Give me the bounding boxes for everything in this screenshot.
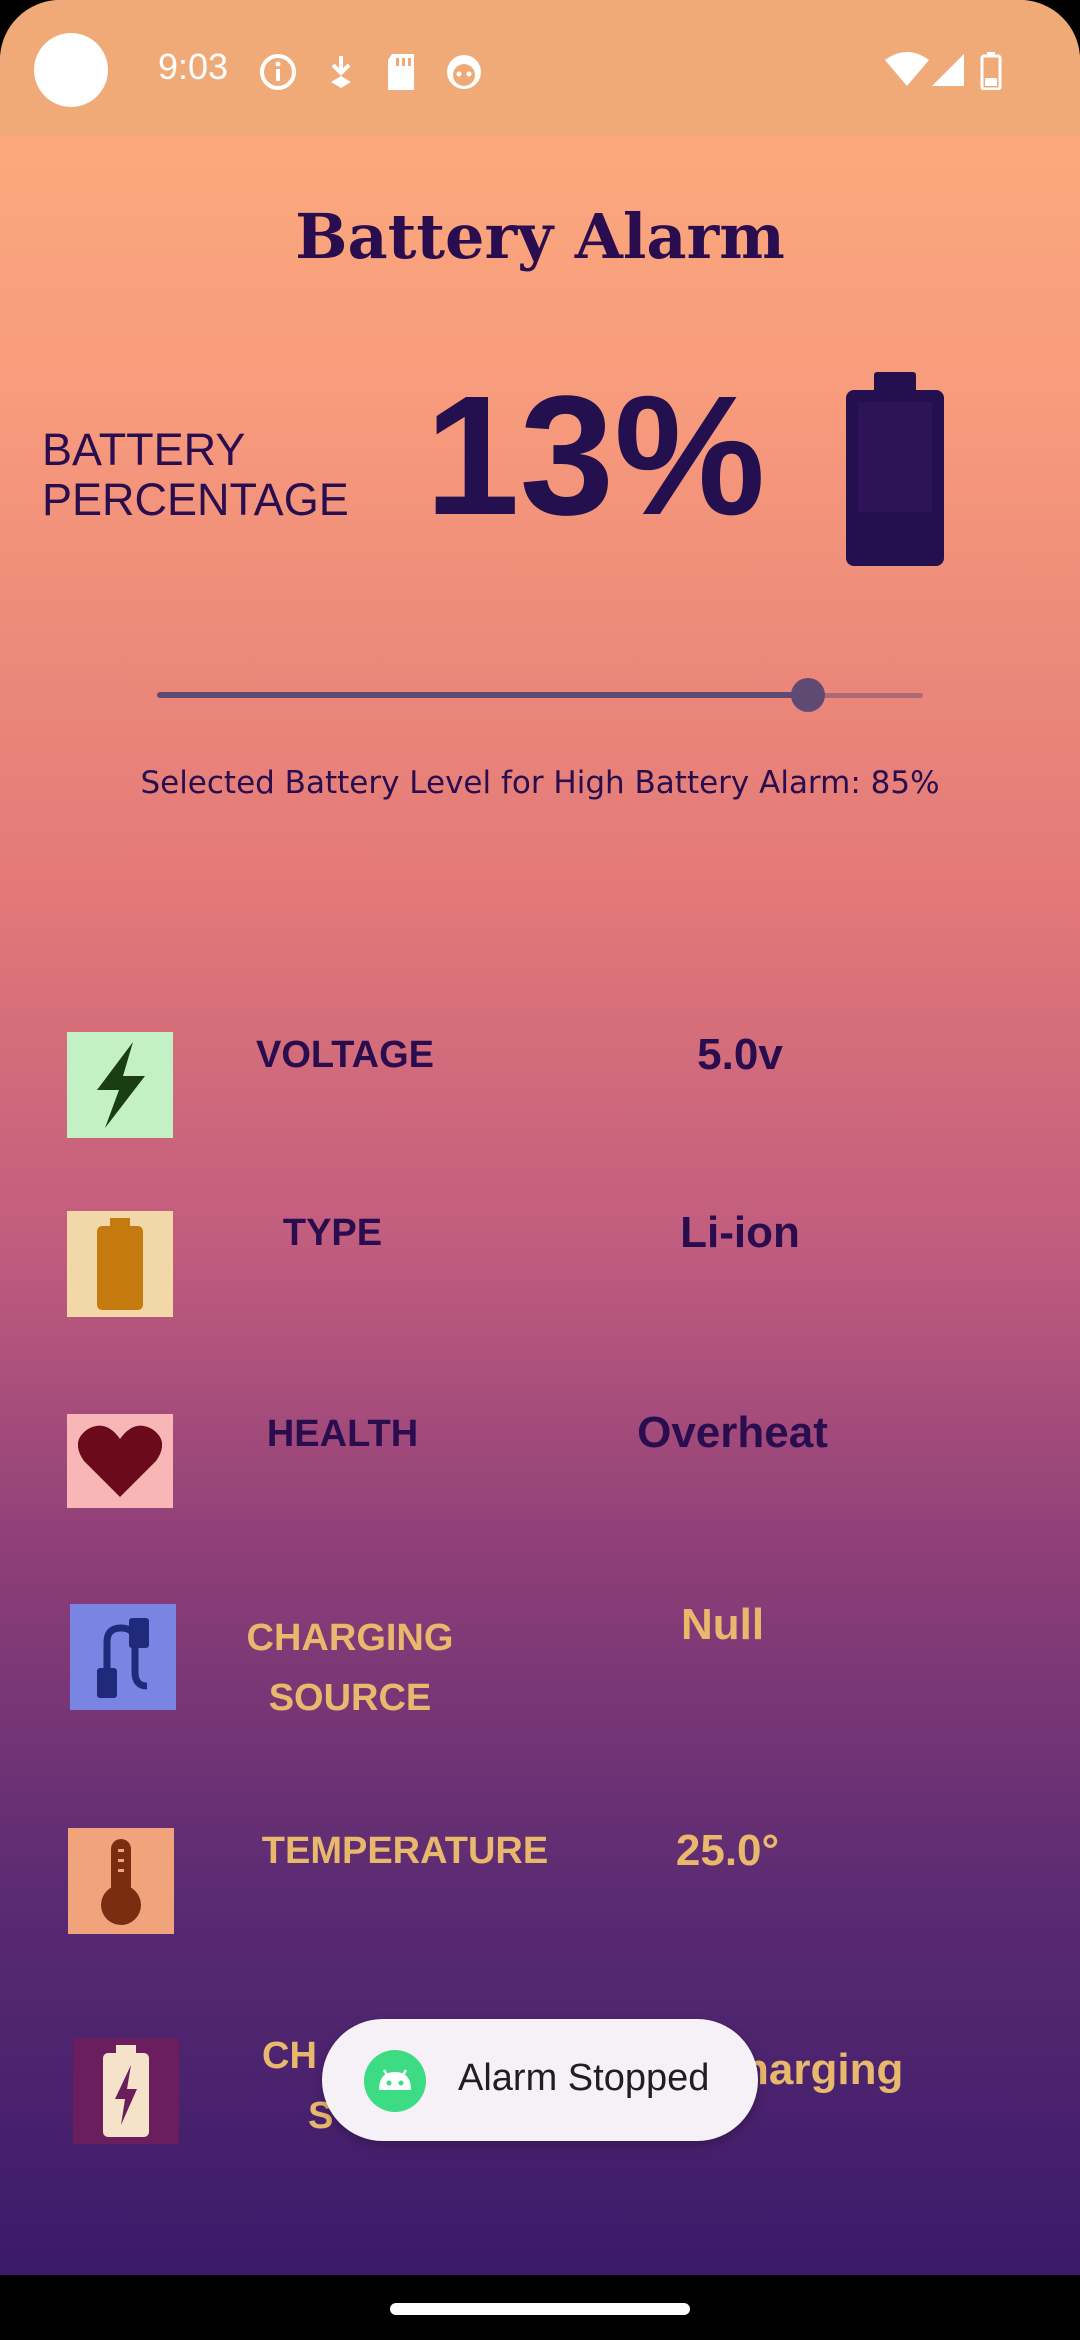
heart-icon [67, 1414, 173, 1508]
battery-level-icon [846, 372, 944, 570]
charging-source-label-line2: SOURCE [268, 1677, 432, 1719]
slider-thumb[interactable] [791, 678, 825, 712]
sd-card-icon [384, 52, 418, 96]
battery-icon [67, 1211, 173, 1317]
type-value: Li-ion [680, 1208, 800, 1257]
download-icon [325, 52, 357, 96]
camera-cutout [34, 33, 108, 107]
home-gesture-handle[interactable] [390, 2303, 690, 2315]
lightning-icon [67, 1032, 173, 1138]
battery-percentage-label: BATTERY PERCENTAGE [42, 425, 362, 525]
android-icon [364, 2050, 426, 2112]
voltage-label: VOLTAGE [255, 1034, 435, 1076]
temperature-label: TEMPERATURE [261, 1830, 549, 1872]
charging-source-label: CHARGING SOURCE [220, 1608, 480, 1728]
face-icon [444, 52, 484, 96]
page-title: Battery Alarm [295, 200, 785, 273]
battery-label-line1: BATTERY [42, 424, 246, 475]
charging-source-label-line1: CHARGING [246, 1617, 454, 1659]
cell-signal-icon [930, 52, 966, 92]
toast-text: Alarm Stopped [458, 2057, 710, 2099]
battery-label-line2: PERCENTAGE [42, 474, 349, 525]
status-battery-icon [980, 52, 1002, 94]
navigation-bar [0, 2275, 1080, 2340]
cable-icon [70, 1604, 176, 1710]
selected-level-text: Selected Battery Level for High Battery … [140, 765, 940, 801]
wifi-icon [884, 52, 930, 92]
health-value: Overheat [637, 1408, 828, 1457]
charging-source-value: Null [680, 1600, 765, 1649]
type-label: TYPE [282, 1212, 383, 1254]
toast-notification: Alarm Stopped [322, 2019, 758, 2141]
health-label: HEALTH [266, 1413, 419, 1455]
battery-level-slider[interactable] [157, 678, 923, 712]
status-bar: 9:03 [0, 0, 1080, 136]
app-screen: 9:03 Battery Alarm BATTERY PERCENTAGE 13… [0, 0, 1080, 2275]
charging-status-label-line2: S [308, 2095, 334, 2137]
battery-percentage-value: 13% [425, 361, 766, 551]
charging-status-value: harging [742, 2045, 904, 2094]
temperature-value: 25.0° [675, 1826, 780, 1875]
info-icon [258, 52, 298, 96]
status-time: 9:03 [158, 46, 229, 87]
slider-active-track [157, 692, 808, 698]
voltage-value: 5.0v [697, 1030, 783, 1079]
thermometer-icon [68, 1828, 174, 1934]
battery-charging-icon [73, 2038, 179, 2144]
